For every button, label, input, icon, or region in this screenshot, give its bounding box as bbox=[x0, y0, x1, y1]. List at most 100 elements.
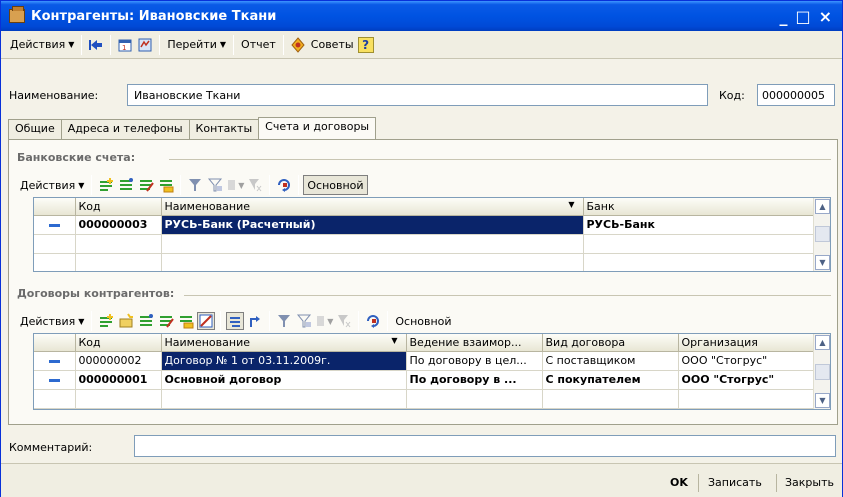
cell-mutual-settlement[interactable]: По договору в ... bbox=[406, 370, 543, 390]
name-input[interactable]: Ивановские Ткани bbox=[127, 84, 708, 106]
add-row-icon[interactable] bbox=[97, 312, 115, 330]
go-to-owner-icon[interactable] bbox=[87, 36, 105, 54]
main-toolbar: Действия ▼ 1 Перейти ▼ Отчет Советы ? bbox=[1, 31, 842, 59]
scroll-down-icon[interactable]: ▼ bbox=[815, 393, 830, 408]
contracts-main-button[interactable]: Основной bbox=[392, 310, 454, 332]
cell-name[interactable]: Договор № 1 от 03.11.2009г. bbox=[161, 351, 407, 371]
sort-down-icon: ▼ bbox=[568, 200, 575, 209]
row-marker-icon bbox=[48, 378, 60, 382]
bank-main-button[interactable]: Основной bbox=[303, 175, 368, 195]
tab-addresses[interactable]: Адреса и телефоны bbox=[60, 119, 190, 139]
filter-history-icon[interactable]: ▼ bbox=[315, 312, 333, 330]
tab-general[interactable]: Общие bbox=[8, 119, 62, 139]
close-window-button[interactable]: × bbox=[819, 7, 832, 26]
cell-code[interactable]: 000000003 bbox=[75, 215, 162, 235]
tab-panel: Банковские счета: Действия▼ ▼ Основной bbox=[8, 139, 838, 425]
contracts-actions-menu[interactable]: Действия ▼ bbox=[17, 310, 87, 332]
structure-icon[interactable] bbox=[136, 36, 154, 54]
tab-strip: Общие Адреса и телефоны Контакты Счета и… bbox=[8, 117, 377, 139]
contracts-table: Код Наименование ▼ Ведение взаимор... Вид… bbox=[33, 333, 831, 410]
refresh-icon[interactable] bbox=[364, 312, 382, 330]
filter-icon[interactable] bbox=[275, 312, 293, 330]
filter-value-icon[interactable] bbox=[295, 312, 313, 330]
cell-name[interactable]: РУСЬ-Банк (Расчетный) bbox=[161, 215, 584, 235]
help-icon[interactable]: ? bbox=[357, 36, 374, 53]
cell-code[interactable]: 000000002 bbox=[75, 351, 162, 371]
svg-text:1: 1 bbox=[122, 44, 126, 52]
minimize-button[interactable]: _ bbox=[779, 7, 787, 26]
contracts-scrollbar[interactable]: ▲ ▼ bbox=[813, 334, 830, 409]
calendar-icon[interactable]: 1 bbox=[116, 36, 134, 54]
save-button[interactable]: Записать bbox=[708, 476, 762, 489]
maximize-button[interactable]: □ bbox=[795, 7, 810, 26]
close-button[interactable]: Закрыть bbox=[785, 476, 834, 489]
col-name-label: Наименование bbox=[164, 335, 250, 349]
bank-scrollbar[interactable]: ▲ ▼ bbox=[813, 198, 830, 271]
cell-code[interactable]: 000000001 bbox=[75, 370, 162, 390]
clear-filter-icon[interactable] bbox=[335, 312, 353, 330]
comment-input[interactable] bbox=[134, 435, 836, 457]
col-code[interactable]: Код bbox=[75, 198, 162, 216]
edit-row-icon[interactable] bbox=[137, 176, 155, 194]
goto-menu[interactable]: Перейти ▼ bbox=[164, 34, 229, 56]
title-bar[interactable]: Контрагенты: Ивановские Ткани _ □ × bbox=[1, 1, 842, 31]
sort-down-icon: ▼ bbox=[391, 336, 398, 345]
refresh-icon[interactable] bbox=[275, 176, 293, 194]
code-input[interactable]: 000000005 bbox=[757, 84, 835, 106]
delete-row-icon[interactable] bbox=[177, 312, 195, 330]
cell-contract-type[interactable]: С покупателем bbox=[542, 370, 679, 390]
scroll-up-icon[interactable]: ▲ bbox=[815, 335, 830, 350]
window-title: Контрагенты: Ивановские Ткани bbox=[31, 8, 277, 24]
scroll-thumb[interactable] bbox=[815, 364, 830, 380]
add-group-icon[interactable] bbox=[117, 312, 135, 330]
cell-organization[interactable]: ООО "Стогрус" bbox=[678, 351, 815, 371]
ok-button[interactable]: OK bbox=[670, 476, 688, 489]
tips-button[interactable]: Советы bbox=[308, 34, 357, 56]
col-name[interactable]: Наименование ▼ bbox=[161, 334, 407, 352]
code-label: Код: bbox=[719, 89, 745, 102]
cell-name[interactable]: Основной договор bbox=[161, 370, 407, 390]
copy-row-icon[interactable] bbox=[117, 176, 135, 194]
cell-bank[interactable]: РУСЬ-Банк bbox=[583, 215, 815, 235]
row-marker-icon bbox=[48, 359, 60, 363]
cell-organization[interactable]: ООО "Стогрус" bbox=[678, 370, 815, 390]
bank-actions-label: Действия bbox=[20, 178, 76, 192]
copy-row-icon[interactable] bbox=[137, 312, 155, 330]
add-row-icon[interactable] bbox=[97, 176, 115, 194]
col-mutual-settlement[interactable]: Ведение взаимор... bbox=[406, 334, 543, 352]
tab-accounts-contracts[interactable]: Счета и договоры bbox=[258, 117, 377, 139]
col-code[interactable]: Код bbox=[75, 334, 162, 352]
tab-contacts[interactable]: Контакты bbox=[188, 119, 260, 139]
col-bank[interactable]: Банк bbox=[583, 198, 815, 216]
scroll-thumb[interactable] bbox=[815, 226, 830, 242]
cell-mutual-settlement[interactable]: По договору в цел... bbox=[406, 351, 543, 371]
report-button[interactable]: Отчет bbox=[238, 34, 279, 56]
filter-value-icon[interactable] bbox=[206, 176, 224, 194]
scroll-up-icon[interactable]: ▲ bbox=[815, 199, 830, 214]
table-row[interactable]: 000000001 Основной договор По договору в… bbox=[34, 370, 815, 390]
table-row[interactable]: 000000003 РУСЬ-Банк (Расчетный) РУСЬ-Бан… bbox=[34, 215, 815, 235]
actions-menu[interactable]: Действия ▼ bbox=[7, 34, 77, 56]
col-name[interactable]: Наименование ▼ bbox=[161, 198, 584, 216]
filter-history-icon[interactable]: ▼ bbox=[226, 176, 244, 194]
filter-icon[interactable] bbox=[186, 176, 204, 194]
bank-toolbar: Действия ▼ ▼ Основной bbox=[17, 173, 368, 197]
table-row[interactable]: 000000002 Договор № 1 от 03.11.2009г. По… bbox=[34, 351, 815, 371]
footer-bar: OK Записать Закрыть bbox=[1, 463, 842, 497]
chevron-down-icon: ▼ bbox=[78, 316, 85, 326]
actions-label: Действия bbox=[10, 38, 66, 51]
col-contract-type[interactable]: Вид договора bbox=[542, 334, 679, 352]
hierarchy-icon[interactable] bbox=[226, 312, 245, 330]
delete-row-icon[interactable] bbox=[157, 176, 175, 194]
help-label: ? bbox=[362, 37, 370, 52]
name-label: Наименование: bbox=[9, 89, 99, 102]
level-up-icon[interactable] bbox=[246, 312, 264, 330]
scroll-down-icon[interactable]: ▼ bbox=[815, 255, 830, 270]
bank-actions-menu[interactable]: Действия ▼ bbox=[17, 174, 87, 196]
cell-contract-type[interactable]: С поставщиком bbox=[542, 351, 679, 371]
comment-label: Комментарий: bbox=[9, 441, 93, 454]
clear-filter-icon[interactable] bbox=[246, 176, 264, 194]
mark-deletion-icon[interactable] bbox=[197, 312, 216, 330]
edit-row-icon[interactable] bbox=[157, 312, 175, 330]
col-organization[interactable]: Организация bbox=[678, 334, 815, 352]
